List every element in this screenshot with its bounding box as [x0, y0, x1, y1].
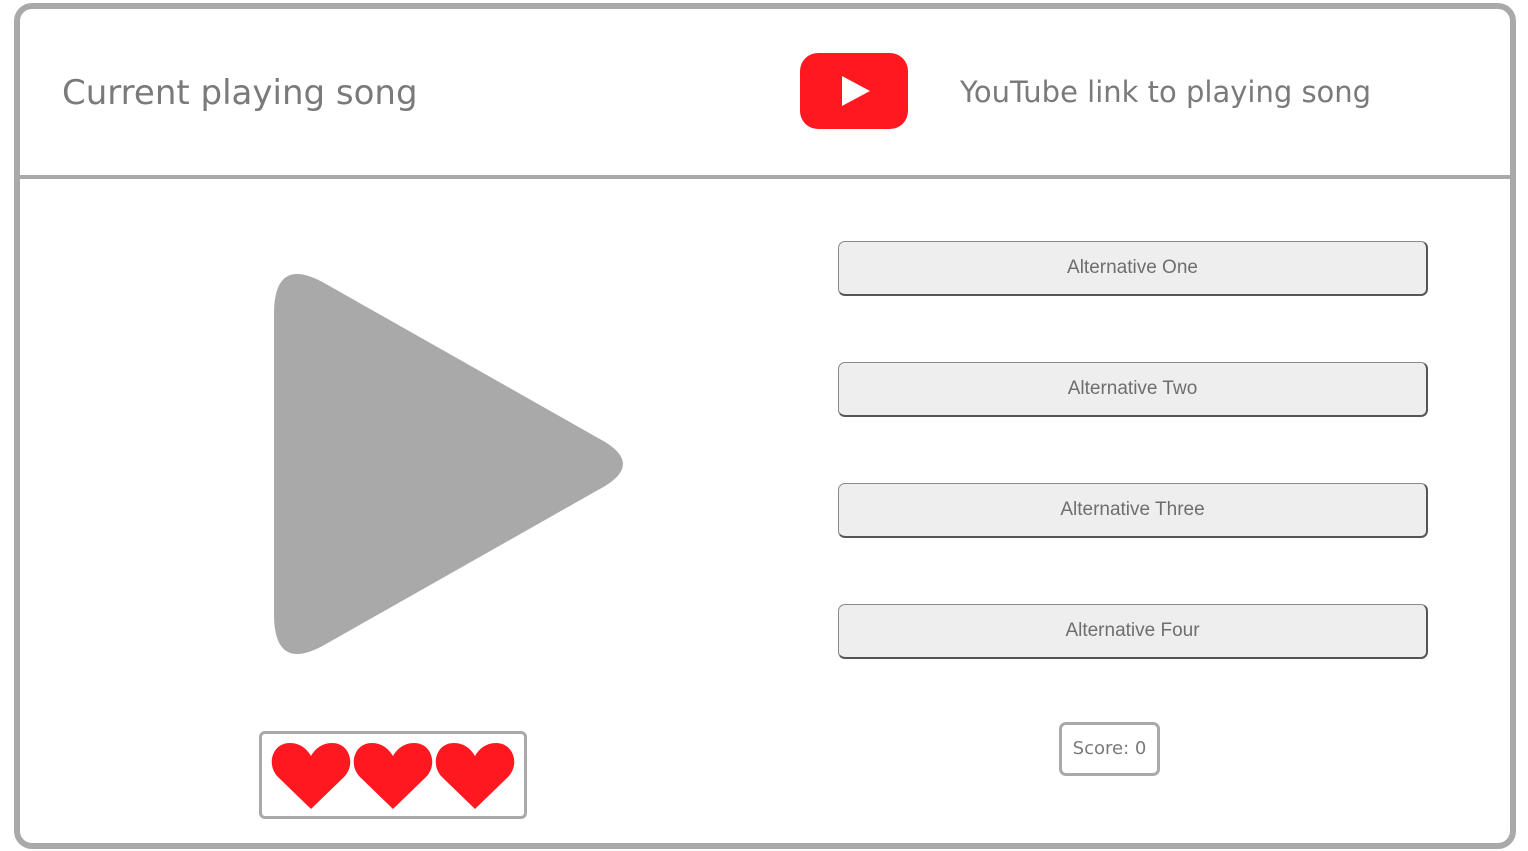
alternative-one-button[interactable]: Alternative One — [838, 241, 1428, 296]
youtube-play-icon[interactable] — [800, 53, 908, 129]
youtube-link[interactable]: YouTube link to playing song — [960, 75, 1371, 109]
header-bar: Current playing song YouTube link to pla… — [20, 9, 1510, 179]
alternative-three-button[interactable]: Alternative Three — [838, 483, 1428, 538]
play-icon[interactable] — [260, 254, 630, 674]
alternative-four-button[interactable]: Alternative Four — [838, 604, 1428, 659]
heart-icon — [353, 743, 433, 809]
lives-display — [259, 731, 527, 819]
alternative-two-button[interactable]: Alternative Two — [838, 362, 1428, 417]
heart-icon — [271, 743, 351, 809]
heart-icon — [435, 743, 515, 809]
game-window: Current playing song YouTube link to pla… — [14, 3, 1516, 849]
current-song-title: Current playing song — [62, 73, 418, 113]
score-display: Score: 0 — [1059, 722, 1160, 776]
